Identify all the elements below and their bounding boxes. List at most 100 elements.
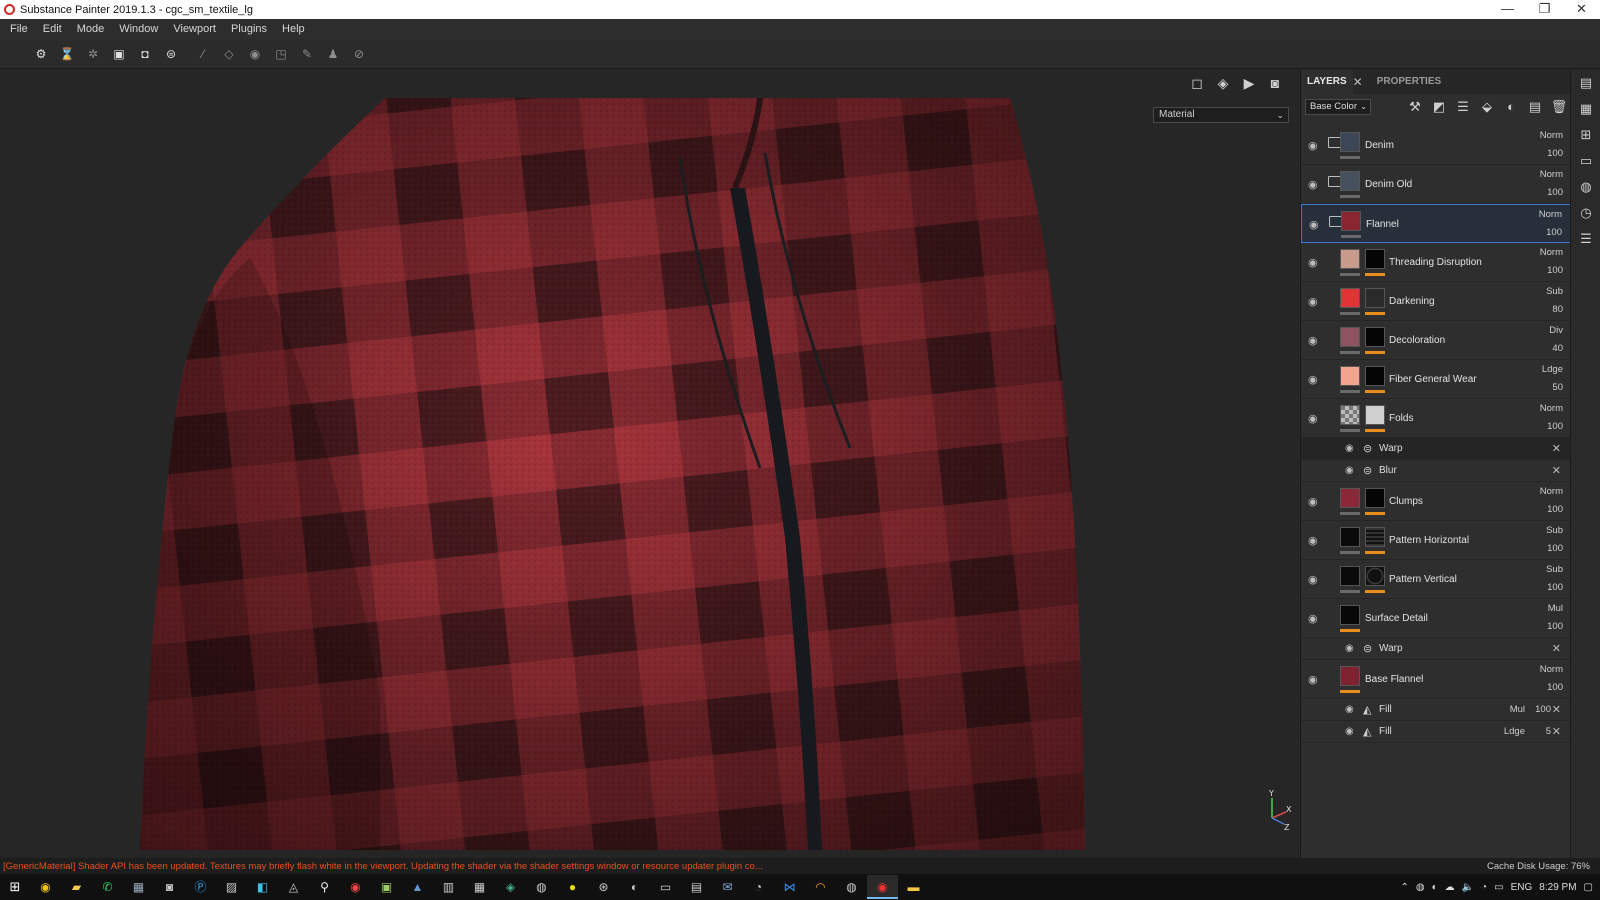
- opacity-value[interactable]: 100: [1547, 582, 1563, 593]
- effect-warp[interactable]: ◉ ⊜ Warp ✕: [1301, 638, 1571, 660]
- blend-mode-select[interactable]: Ldge: [1504, 726, 1525, 737]
- opacity-value[interactable]: 100: [1547, 265, 1563, 276]
- effect-fill[interactable]: ◉ ◭ Fill Ldge 5 ✕: [1301, 721, 1571, 743]
- app-icon[interactable]: ◍: [836, 875, 867, 899]
- blend-mode-select[interactable]: Norm: [1540, 169, 1563, 180]
- visibility-eye-icon[interactable]: ◉: [1308, 534, 1321, 547]
- volume-icon[interactable]: 🔈: [1462, 882, 1474, 893]
- opacity-value[interactable]: 100: [1547, 543, 1563, 554]
- substance-icon[interactable]: ⊜: [162, 45, 180, 63]
- opacity-value[interactable]: 100: [1547, 187, 1563, 198]
- whatsapp-icon[interactable]: ✆: [92, 875, 123, 899]
- export-icon[interactable]: ◘: [136, 45, 154, 63]
- blend-mode-select[interactable]: Sub: [1546, 564, 1563, 575]
- network-icon[interactable]: ◔: [1481, 882, 1487, 893]
- visibility-eye-icon[interactable]: ◉: [1308, 139, 1321, 152]
- tab-layers[interactable]: LAYERS: [1301, 70, 1353, 94]
- history-icon[interactable]: ◷: [1571, 200, 1600, 226]
- app-icon[interactable]: ◠: [805, 875, 836, 899]
- eraser-icon[interactable]: ◇: [220, 45, 238, 63]
- visibility-eye-icon[interactable]: ◉: [1308, 573, 1321, 586]
- layer-fiber-general-wear[interactable]: ◉ Fiber General Wear Ldge 50: [1301, 360, 1571, 399]
- brush-icon[interactable]: ⁄: [194, 45, 212, 63]
- tray-icon[interactable]: ◍: [1416, 882, 1425, 893]
- app-icon[interactable]: ⊛: [588, 875, 619, 899]
- shader-settings-icon[interactable]: ◍: [1571, 174, 1600, 200]
- visibility-eye-icon[interactable]: ◉: [1308, 373, 1321, 386]
- effect-warp[interactable]: ◉ ⊜ Warp ✕: [1301, 438, 1571, 460]
- remove-effect-icon[interactable]: ✕: [1552, 725, 1561, 738]
- add-folder-icon[interactable]: ▤: [1523, 97, 1547, 117]
- opacity-value[interactable]: 100: [1535, 704, 1551, 715]
- photoshop-icon[interactable]: Ⓟ: [185, 875, 216, 899]
- app-icon[interactable]: ◬: [278, 875, 309, 899]
- blend-mode-select[interactable]: Norm: [1540, 486, 1563, 497]
- layer-clumps[interactable]: ◉ Clumps Norm 100: [1301, 482, 1571, 521]
- close-button[interactable]: ✕: [1563, 0, 1600, 19]
- blend-mode-select[interactable]: Norm: [1540, 403, 1563, 414]
- opacity-value[interactable]: 100: [1547, 621, 1563, 632]
- photoshop-icon[interactable]: ▣: [110, 45, 128, 63]
- onedrive-icon[interactable]: ☁: [1445, 882, 1455, 893]
- layer-pattern-vertical[interactable]: ◉ Pattern Vertical Sub 100: [1301, 560, 1571, 599]
- menu-edit[interactable]: Edit: [37, 23, 68, 35]
- minimize-button[interactable]: —: [1489, 0, 1526, 19]
- visibility-eye-icon[interactable]: ◉: [1345, 726, 1354, 737]
- layer-surface-detail[interactable]: ◉ Surface Detail Mul 100: [1301, 599, 1571, 638]
- channel-select[interactable]: Base Color ⌄: [1305, 99, 1371, 115]
- blend-mode-select[interactable]: Sub: [1546, 525, 1563, 536]
- layer-threading-disruption[interactable]: ◉ Threading Disruption Norm 100: [1301, 243, 1571, 282]
- calculator-icon[interactable]: ▦: [123, 875, 154, 899]
- texture-set-list-icon[interactable]: ▦: [1571, 96, 1600, 122]
- smudge-icon[interactable]: ✎: [298, 45, 316, 63]
- visibility-eye-icon[interactable]: ◉: [1308, 256, 1321, 269]
- visibility-eye-icon[interactable]: ◉: [1308, 412, 1321, 425]
- file-explorer-icon[interactable]: ▬: [898, 875, 929, 899]
- layer-folds[interactable]: ◉ Folds Norm 100: [1301, 399, 1571, 438]
- add-mask-icon[interactable]: ◩: [1427, 97, 1451, 117]
- opacity-value[interactable]: 100: [1546, 227, 1562, 238]
- visibility-eye-icon[interactable]: ◉: [1345, 465, 1354, 476]
- layer-flannel[interactable]: ◉ Flannel Norm 100: [1301, 204, 1571, 243]
- bake-icon[interactable]: ✲: [84, 45, 102, 63]
- app-icon[interactable]: ▣: [371, 875, 402, 899]
- opacity-value[interactable]: 80: [1552, 304, 1563, 315]
- remove-effect-icon[interactable]: ✕: [1552, 442, 1561, 455]
- camera-icon[interactable]: ◙: [154, 875, 185, 899]
- app-icon[interactable]: ▦: [464, 875, 495, 899]
- visibility-eye-icon[interactable]: ◉: [1308, 673, 1321, 686]
- blend-mode-select[interactable]: Norm: [1540, 247, 1563, 258]
- projection-icon[interactable]: ◉: [246, 45, 264, 63]
- settings-gear-icon[interactable]: ⚙: [32, 45, 50, 63]
- camera-video-icon[interactable]: ▶: [1236, 73, 1262, 93]
- visibility-eye-icon[interactable]: ◉: [1308, 495, 1321, 508]
- app-icon[interactable]: ◉: [340, 875, 371, 899]
- app-icon[interactable]: ▭: [650, 875, 681, 899]
- log-icon[interactable]: ☰: [1571, 226, 1600, 252]
- store-icon[interactable]: ▤: [681, 875, 712, 899]
- close-tab-icon[interactable]: ✕: [1353, 75, 1363, 89]
- app-icon[interactable]: ●: [557, 875, 588, 899]
- remove-effect-icon[interactable]: ✕: [1552, 642, 1561, 655]
- opacity-value[interactable]: 100: [1547, 421, 1563, 432]
- clock[interactable]: 8:29 PM: [1539, 882, 1576, 893]
- add-layer-icon[interactable]: ☰: [1451, 97, 1475, 117]
- remove-effect-icon[interactable]: ✕: [1552, 703, 1561, 716]
- screenshot-camera-icon[interactable]: ◙: [1262, 73, 1288, 93]
- opacity-value[interactable]: 100: [1547, 148, 1563, 159]
- 3d-viewport[interactable]: [0, 98, 1300, 850]
- visibility-eye-icon[interactable]: ◉: [1309, 218, 1322, 231]
- layer-base-flannel[interactable]: ◉ Base Flannel Norm 100: [1301, 660, 1571, 699]
- app-icon[interactable]: ◐: [619, 875, 650, 899]
- chrome-icon[interactable]: ◉: [30, 875, 61, 899]
- substance-painter-taskbar-icon[interactable]: ◉: [867, 875, 898, 899]
- effect-fill[interactable]: ◉ ◭ Fill Mul 100 ✕: [1301, 699, 1571, 721]
- clone-icon[interactable]: ♟: [324, 45, 342, 63]
- add-effect-icon[interactable]: ⚒: [1403, 97, 1427, 117]
- app-icon[interactable]: ▲: [402, 875, 433, 899]
- layer-denim[interactable]: ◉ Denim Norm 100: [1301, 126, 1571, 165]
- blend-mode-select[interactable]: Norm: [1540, 664, 1563, 675]
- visibility-eye-icon[interactable]: ◉: [1308, 178, 1321, 191]
- app-icon[interactable]: ◧: [247, 875, 278, 899]
- battery-icon[interactable]: ▭: [1494, 882, 1503, 893]
